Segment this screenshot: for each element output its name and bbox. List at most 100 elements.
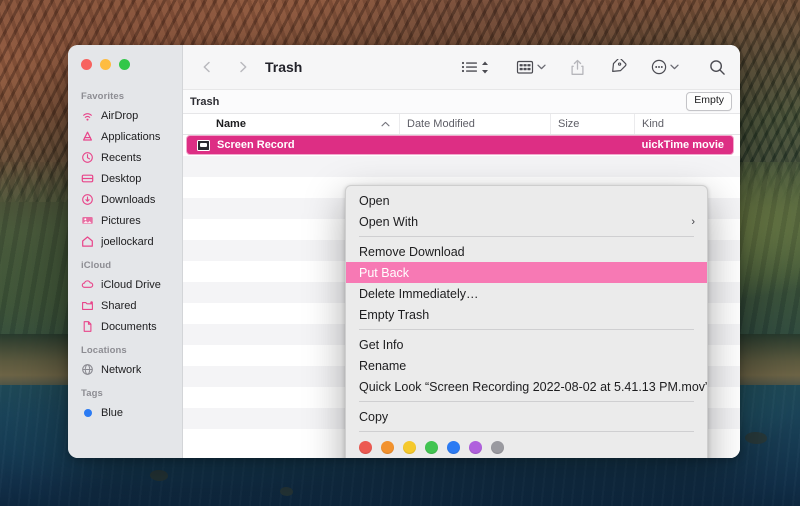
finder-window[interactable]: Favorites AirDrop Applications Recents D… [68,45,740,458]
sidebar-item-desktop[interactable]: Desktop [68,168,182,189]
menu-separator [359,329,694,330]
more-actions-icon[interactable] [651,54,667,80]
menu-item-empty-trash[interactable]: Empty Trash [346,304,707,325]
sidebar-item-shared[interactable]: Shared [68,295,182,316]
desktop-icon [81,172,94,185]
sidebar-item-applications[interactable]: Applications [68,126,182,147]
maximize-button[interactable] [119,59,130,70]
menu-item-label: Rename [359,358,407,373]
menu-item-open-with[interactable]: Open With › [346,211,707,232]
sidebar-item-label: Blue [101,406,124,419]
sidebar[interactable]: Favorites AirDrop Applications Recents D… [68,45,183,458]
sidebar-item-tag-blue[interactable]: Blue [68,402,182,423]
network-globe-icon [81,363,94,376]
sidebar-item-label: Recents [101,151,142,164]
documents-icon [81,320,94,333]
menu-item-delete-immediately[interactable]: Delete Immediately… [346,283,707,304]
group-view-icon[interactable] [516,54,534,80]
list-view-icon[interactable] [461,54,478,80]
more-actions-chevron-down-icon[interactable] [670,54,679,80]
list-row [183,156,740,177]
sidebar-item-label: Documents [101,320,157,333]
menu-item-label: Get Info [359,337,404,352]
toolbar: Trash [183,45,740,90]
sidebar-item-pictures[interactable]: Pictures [68,210,182,231]
blue-tag-dot-icon [81,406,94,419]
sidebar-item-label: Network [101,363,142,376]
empty-trash-button[interactable]: Empty [686,92,732,111]
sort-chevrons-icon[interactable] [478,54,492,80]
sidebar-item-home[interactable]: joellockard [68,231,182,252]
menu-separator [359,236,694,237]
menu-item-label: Open [359,193,390,208]
sidebar-section-icloud: iCloud [81,260,112,271]
wallpaper-rock [150,470,168,481]
column-header-date-modified[interactable]: Date Modified [399,114,550,134]
sidebar-item-documents[interactable]: Documents [68,316,182,337]
sidebar-item-label: iCloud Drive [101,278,161,291]
menu-item-open[interactable]: Open [346,190,707,211]
sidebar-item-recents[interactable]: Recents [68,147,182,168]
menu-item-rename[interactable]: Rename [346,355,707,376]
tag-color-swatches[interactable] [346,436,707,458]
menu-item-copy[interactable]: Copy [346,406,707,427]
pictures-icon [81,214,94,227]
sidebar-item-label: Desktop [101,172,142,185]
sidebar-item-label: Applications [101,130,161,143]
tag-color-blue[interactable] [447,441,460,454]
table-row[interactable]: Screen Record uickTime movie [186,135,734,155]
menu-item-remove-download[interactable]: Remove Download [346,241,707,262]
menu-item-put-back[interactable]: Put Back [346,262,707,283]
close-button[interactable] [81,59,92,70]
recents-clock-icon [81,151,94,164]
shared-folder-icon [81,299,94,312]
column-header-label: Kind [642,118,665,130]
file-kind-cell: uickTime movie [641,139,724,151]
tag-color-green[interactable] [425,441,438,454]
tag-icon[interactable] [609,54,627,80]
window-controls[interactable] [81,59,130,70]
menu-item-label: Open With [359,214,419,229]
menu-item-label: Remove Download [359,244,465,259]
column-header-name[interactable]: Name [183,114,399,134]
airdrop-icon [81,109,94,122]
icloud-drive-icon [81,278,94,291]
sidebar-item-downloads[interactable]: Downloads [68,189,182,210]
column-header-size[interactable]: Size [550,114,634,134]
minimize-button[interactable] [100,59,111,70]
applications-icon [81,130,94,143]
context-menu[interactable]: Open Open With › Remove Download Put Bac… [345,185,708,458]
tag-color-purple[interactable] [469,441,482,454]
sidebar-item-label: Downloads [101,193,156,206]
column-headers: Name Date Modified Size Kind [183,114,740,135]
forward-button[interactable] [231,55,255,79]
column-header-kind[interactable]: Kind [634,114,740,134]
menu-item-quick-look[interactable]: Quick Look “Screen Recording 2022-08-02 … [346,376,707,397]
search-icon[interactable] [709,54,726,80]
share-icon[interactable] [570,54,585,80]
sidebar-item-icloud-drive[interactable]: iCloud Drive [68,274,182,295]
menu-item-label: Empty Trash [359,307,430,322]
tag-color-orange[interactable] [381,441,394,454]
sidebar-item-label: AirDrop [101,109,139,122]
sidebar-item-network[interactable]: Network [68,359,182,380]
group-view-chevron-down-icon[interactable] [537,54,546,80]
tag-color-red[interactable] [359,441,372,454]
home-icon [81,235,94,248]
tag-color-yellow[interactable] [403,441,416,454]
back-button[interactable] [195,55,219,79]
sidebar-section-locations: Locations [81,345,127,356]
column-header-label: Date Modified [407,118,475,130]
wallpaper-rock [745,432,767,444]
menu-item-get-info[interactable]: Get Info [346,334,707,355]
sidebar-item-airdrop[interactable]: AirDrop [68,105,182,126]
window-title: Trash [265,59,303,75]
sidebar-item-label: joellockard [101,235,154,248]
menu-separator [359,431,694,432]
tag-color-gray[interactable] [491,441,504,454]
downloads-icon [81,193,94,206]
wallpaper-rock [280,487,293,496]
column-header-label: Name [216,118,246,130]
path-bar: Trash Empty [183,90,740,114]
file-name-cell: Screen Record [217,139,295,151]
